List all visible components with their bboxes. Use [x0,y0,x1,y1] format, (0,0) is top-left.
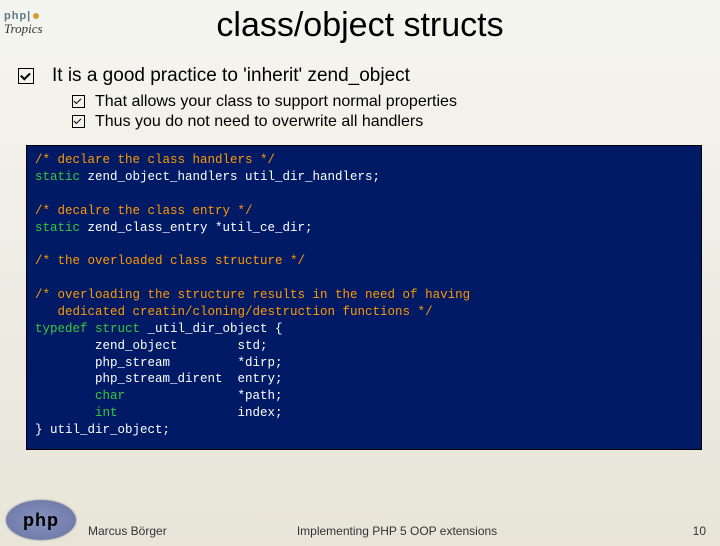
code-comment: /* declare the class handlers */ [35,153,275,167]
code-comment: dedicated creatin/cloning/destruction fu… [35,305,433,319]
php-logo-text: php [23,510,59,531]
main-bullet-text: It is a good practice to 'inherit' zend_… [52,65,410,87]
code-block: /* declare the class handlers */ static … [26,145,702,450]
code-keyword: typedef struct [35,322,148,336]
logo-dot-icon [33,13,39,19]
footer: Marcus Börger Implementing PHP 5 OOP ext… [88,524,706,538]
code-keyword: static [35,170,88,184]
logo-tropics-text: Tropics [4,22,43,36]
code-text: index; [118,406,283,420]
code-keyword: int [95,406,118,420]
checkbox-icon [72,95,85,108]
checkbox-icon [18,68,34,84]
code-keyword: char [95,389,125,403]
slide-content: It is a good practice to 'inherit' zend_… [0,65,720,450]
code-comment: /* the overloaded class structure */ [35,254,305,268]
sub-bullets: That allows your class to support normal… [72,93,710,131]
code-text [35,389,95,403]
code-keyword: static [35,221,88,235]
sub-bullet-text: Thus you do not need to overwrite all ha… [95,113,423,131]
code-text: zend_object std; [35,339,268,353]
sub-bullet-row: Thus you do not need to overwrite all ha… [72,113,710,131]
footer-page: 10 [693,524,706,538]
checkbox-icon [72,115,85,128]
footer-title: Implementing PHP 5 OOP extensions [297,524,497,538]
code-text: zend_object_handlers util_dir_handlers; [88,170,381,184]
main-bullet-row: It is a good practice to 'inherit' zend_… [18,65,710,87]
code-comment: /* decalre the class entry */ [35,204,253,218]
code-text: zend_class_entry *util_ce_dir; [88,221,313,235]
code-text [35,406,95,420]
code-text: php_stream *dirp; [35,356,283,370]
sub-bullet-row: That allows your class to support normal… [72,93,710,111]
footer-author: Marcus Börger [88,524,167,538]
code-text: } util_dir_object; [35,423,170,437]
code-text: *path; [125,389,283,403]
code-text: _util_dir_object { [148,322,283,336]
sub-bullet-text: That allows your class to support normal… [95,93,457,111]
tropics-logo: php| Tropics [4,10,43,36]
slide-title: class/object structs [0,6,720,45]
code-text: php_stream_dirent entry; [35,372,283,386]
php-logo-icon: php [6,500,76,540]
code-comment: /* overloading the structure results in … [35,288,470,302]
